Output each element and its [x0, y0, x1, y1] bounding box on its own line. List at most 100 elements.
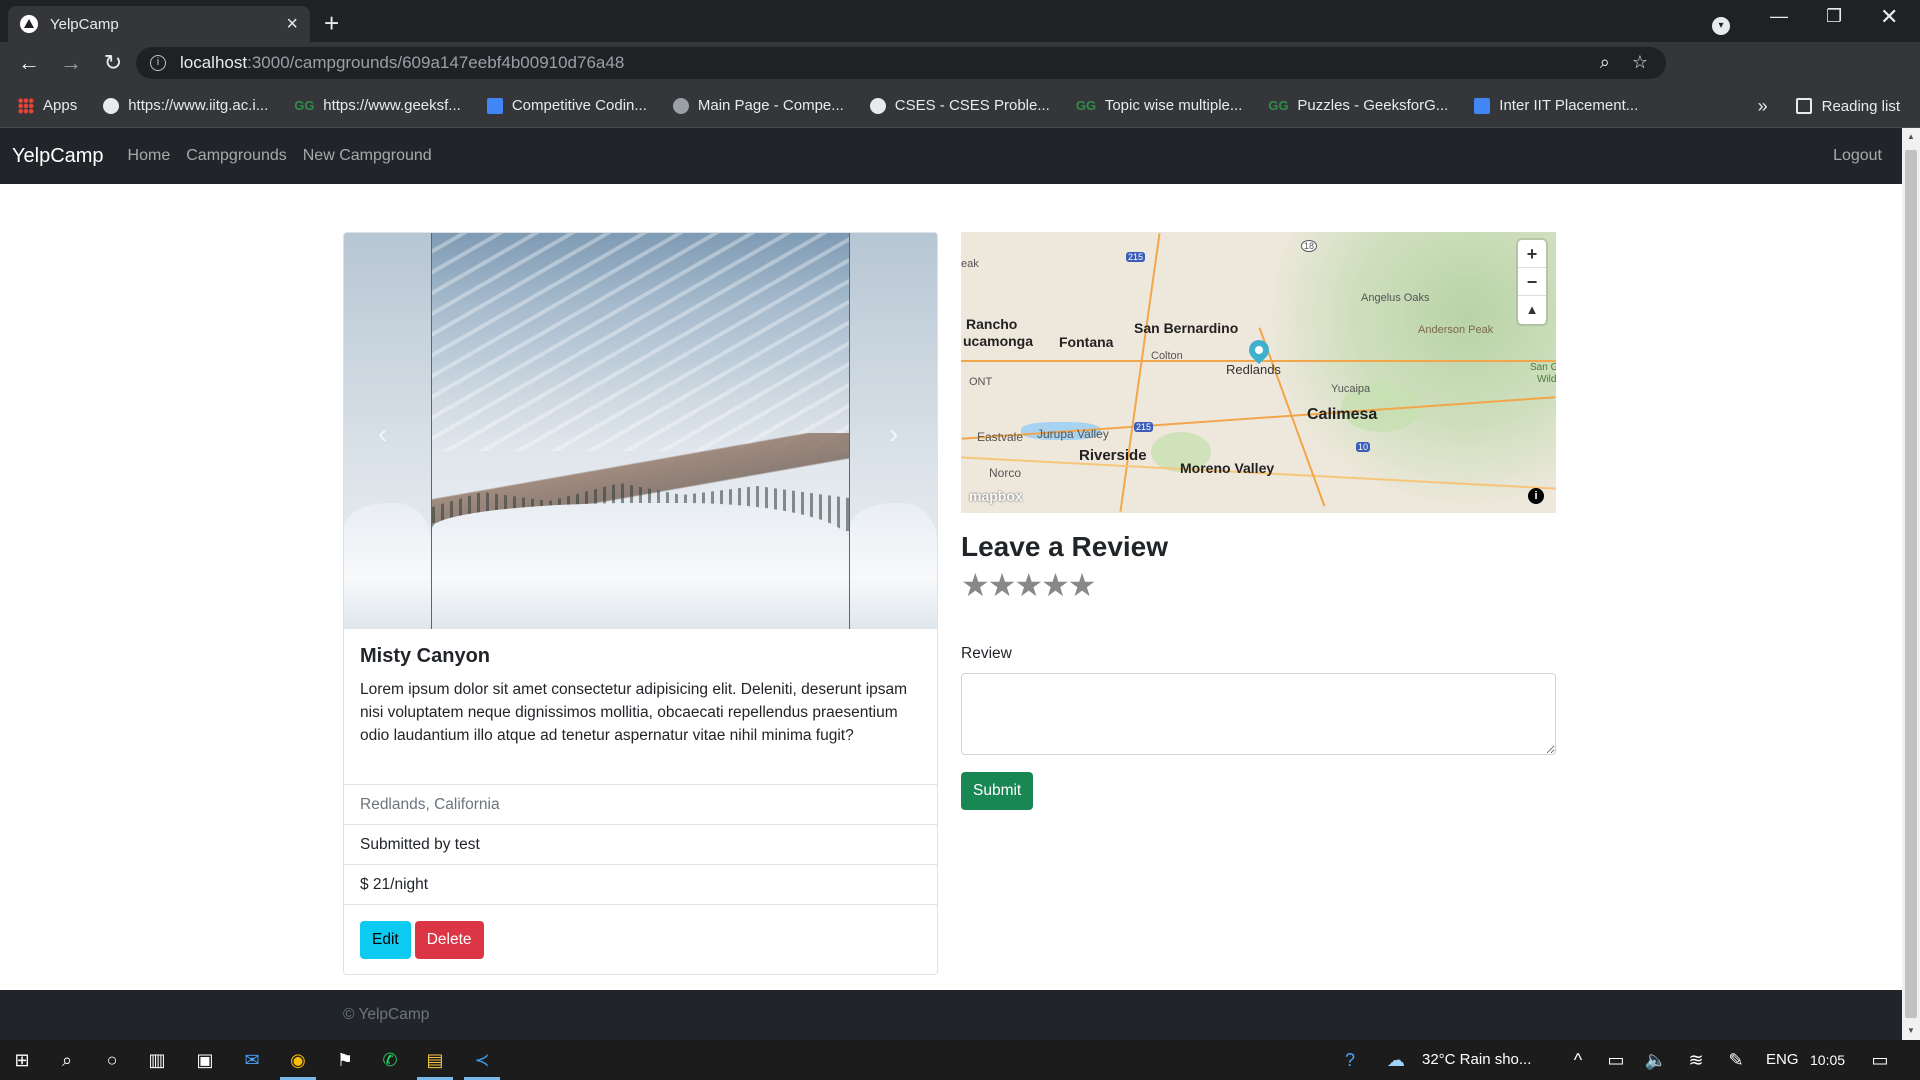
map-label: Anderson Peak [1418, 324, 1494, 336]
mail-icon[interactable]: ✉ [240, 1048, 264, 1072]
edit-button[interactable]: Edit [360, 921, 411, 959]
carousel-next-icon[interactable]: › [889, 418, 898, 450]
interstate-shield-icon: 10 [1356, 442, 1371, 452]
tab-search-icon[interactable]: ▾ [1712, 12, 1730, 35]
map-label: San G [1530, 362, 1556, 373]
review-heading: Leave a Review [961, 531, 1169, 562]
language-indicator[interactable]: ENG [1766, 1040, 1799, 1080]
navbar-brand[interactable]: YelpCamp [12, 145, 104, 168]
star-icon[interactable]: ★ [1014, 569, 1043, 601]
bookmark-geeksforgeeks[interactable]: GG https://www.geeksf... [294, 97, 461, 114]
bookmark-star-icon[interactable]: ☆ [1632, 52, 1648, 73]
browser-toolbar: ← → ↻ i localhost:3000/campgrounds/609a1… [0, 42, 1920, 116]
site-info-icon[interactable]: i [150, 55, 166, 71]
map-label: Colton [1151, 350, 1183, 362]
nav-link-new-campground[interactable]: New Campground [303, 147, 432, 165]
map-label: ONT [969, 376, 993, 388]
pen-icon[interactable]: ✎ [1724, 1048, 1748, 1072]
map-label: eak [961, 258, 979, 270]
geeksforgeeks-icon: GG [1268, 97, 1289, 113]
restore-icon[interactable]: ❐ [1826, 6, 1842, 27]
zoom-out-button[interactable]: − [1518, 268, 1546, 296]
bookmark-puzzles[interactable]: GG Puzzles - GeeksforG... [1268, 97, 1448, 114]
mapbox-logo[interactable]: mapbox [969, 488, 1023, 504]
scroll-up-icon[interactable]: ▲ [1907, 132, 1915, 141]
scroll-down-icon[interactable]: ▼ [1907, 1026, 1915, 1035]
notifications-icon[interactable]: ▭ [1868, 1048, 1892, 1072]
footer-copyright: © YelpCamp [343, 1006, 430, 1023]
bookmark-cses[interactable]: CSES - CSES Proble... [869, 97, 1050, 114]
delete-button[interactable]: Delete [414, 921, 484, 959]
nav-link-campgrounds[interactable]: Campgrounds [186, 147, 287, 165]
submit-button[interactable]: Submit [961, 772, 1034, 810]
search-icon[interactable]: ⌕ [55, 1048, 79, 1072]
page-scrollbar[interactable]: ▲ ▼ [1902, 128, 1920, 1040]
store-icon[interactable]: ▣ [193, 1048, 217, 1072]
attribution-info-icon[interactable]: i [1528, 488, 1544, 504]
more-bookmarks-icon[interactable]: » [1758, 96, 1768, 117]
close-tab-icon[interactable]: × [286, 13, 298, 36]
zoom-icon[interactable]: ⌕ [1600, 52, 1610, 73]
clock[interactable]: 10:05 [1810, 1040, 1845, 1080]
browser-tab-strip: YelpCamp × + ▾ — ❐ ✕ [0, 0, 1920, 42]
show-hidden-icons[interactable]: ^ [1566, 1048, 1590, 1072]
weather-icon[interactable]: ☁ [1384, 1048, 1408, 1072]
globe-icon [869, 97, 886, 114]
star-rating[interactable]: ★ ★ ★ ★ ★ [961, 569, 1097, 601]
chrome-icon[interactable]: ◉ [286, 1048, 310, 1072]
star-icon[interactable]: ★ [988, 569, 1017, 601]
weather-status[interactable]: 32°C Rain sho... [1422, 1040, 1531, 1080]
campground-author: Submitted by test [344, 824, 937, 864]
battery-icon[interactable]: ▭ [1604, 1048, 1628, 1072]
review-textarea[interactable] [961, 673, 1556, 755]
file-explorer-icon[interactable]: ▤ [423, 1048, 447, 1072]
interstate-shield-icon: 215 [1126, 252, 1146, 262]
volume-icon[interactable]: 🔈 [1644, 1048, 1668, 1072]
whatsapp-icon[interactable]: ✆ [378, 1048, 402, 1072]
wifi-icon[interactable]: ≋ [1684, 1048, 1708, 1072]
bookmark-apps[interactable]: Apps [18, 97, 77, 114]
carousel-prev-icon[interactable]: ‹ [378, 418, 387, 450]
compass-button[interactable]: ▲ [1518, 296, 1546, 324]
logout-link[interactable]: Logout [1833, 147, 1882, 165]
minimize-icon[interactable]: — [1770, 6, 1788, 27]
close-window-icon[interactable]: ✕ [1880, 4, 1898, 30]
new-tab-icon[interactable]: + [324, 8, 339, 39]
star-icon[interactable]: ★ [961, 569, 990, 601]
bookmark-topic-wise[interactable]: GG Topic wise multiple... [1076, 97, 1243, 114]
forward-icon[interactable]: → [58, 50, 84, 76]
star-icon[interactable]: ★ [1068, 569, 1097, 601]
vscode-icon[interactable]: ≺ [470, 1048, 494, 1072]
campground-image [432, 233, 849, 629]
help-icon[interactable]: ? [1338, 1048, 1362, 1072]
interstate-shield-icon: 215 [1134, 422, 1154, 432]
google-doc-icon [1474, 97, 1491, 114]
task-view-icon[interactable]: ▥ [145, 1048, 169, 1072]
map-label: Angelus Oaks [1361, 292, 1430, 304]
card-body: Misty Canyon Lorem ipsum dolor sit amet … [344, 629, 937, 784]
campground-location: Redlands, California [344, 784, 937, 824]
windows-start-icon[interactable]: ⊞ [10, 1048, 34, 1072]
zoom-in-button[interactable]: + [1518, 240, 1546, 268]
bookmark-competitive-coding[interactable]: Competitive Codin... [486, 97, 647, 114]
star-icon[interactable]: ★ [1041, 569, 1070, 601]
scrollbar-thumb[interactable] [1905, 150, 1917, 1018]
location-map[interactable]: eak Rancho ucamonga Fontana San Bernardi… [961, 232, 1556, 513]
bookmark-inter-iit[interactable]: Inter IIT Placement... [1474, 97, 1638, 114]
site-navbar: YelpCamp Home Campgrounds New Campground… [0, 128, 1902, 184]
app-icon[interactable]: ⚑ [333, 1048, 357, 1072]
cortana-icon[interactable]: ○ [100, 1048, 124, 1072]
map-label: Rancho [966, 316, 1018, 332]
windows-taskbar: ⊞ ⌕ ○ ▥ ▣ ✉ ◉ ⚑ ✆ ▤ ≺ ? ☁ 32°C Rain sho.… [0, 1040, 1920, 1080]
nav-link-home[interactable]: Home [128, 147, 171, 165]
google-doc-icon [486, 97, 503, 114]
map-terrain [1261, 232, 1556, 513]
browser-tab[interactable]: YelpCamp × [8, 6, 310, 42]
bookmark-iitg[interactable]: https://www.iitg.ac.i... [103, 97, 268, 114]
reload-icon[interactable]: ↻ [100, 50, 126, 76]
bookmark-main-page[interactable]: Main Page - Compe... [672, 97, 844, 114]
address-bar[interactable]: i localhost:3000/campgrounds/609a147eebf… [136, 47, 1666, 79]
url-host: localhost [180, 53, 248, 72]
reading-list-button[interactable]: Reading list [1822, 98, 1900, 115]
back-icon[interactable]: ← [16, 50, 42, 76]
